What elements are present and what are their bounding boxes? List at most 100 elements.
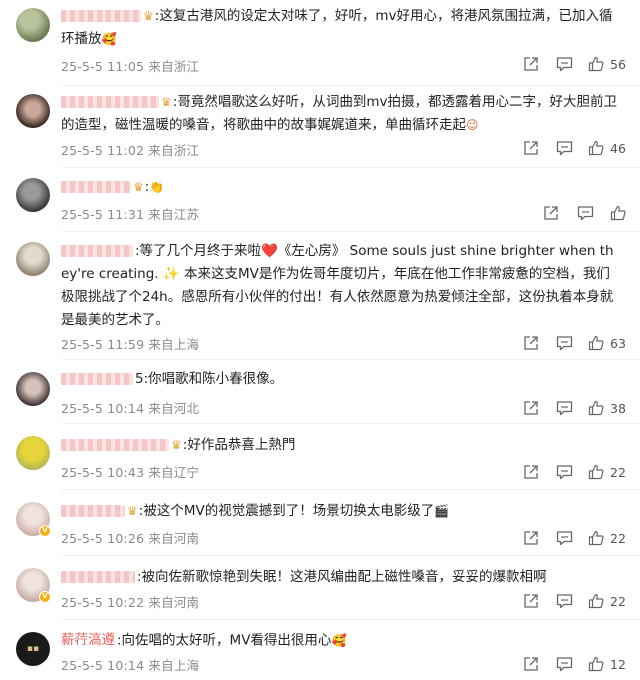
like-count: 12	[610, 656, 626, 672]
like-count: 22	[610, 530, 626, 546]
username[interactable]	[61, 10, 141, 22]
avatar[interactable]	[16, 8, 50, 42]
comment-button[interactable]	[556, 333, 573, 353]
comment-text: :被向佐新歌惊艳到失眠！这港风编曲配上磁性嗓音，妥妥的爆款相啊	[137, 569, 547, 585]
like-icon	[588, 593, 604, 609]
like-button[interactable]	[610, 203, 632, 223]
comment-item: :等了几个月终于来啦❤️《左心房》 Some souls just shine …	[0, 232, 640, 360]
like-count: 38	[610, 400, 626, 416]
username[interactable]	[61, 571, 135, 583]
like-icon	[610, 205, 626, 221]
comment-item: V ♛:被这个MV的视觉震撼到了！场景切换太电影级了🎬 25-5-5 10:26…	[0, 490, 640, 556]
avatar[interactable]: ▪▪	[16, 632, 50, 666]
share-button[interactable]	[523, 54, 539, 74]
share-button[interactable]	[523, 398, 539, 418]
like-icon	[588, 464, 604, 480]
share-button[interactable]	[523, 462, 539, 482]
comment-date: 25-5-5 10:14	[61, 401, 145, 416]
share-button[interactable]	[523, 654, 539, 674]
like-icon	[588, 530, 604, 546]
like-button[interactable]: 38	[588, 398, 626, 418]
username[interactable]	[61, 96, 159, 108]
comment-date: 25-5-5 11:59	[61, 337, 145, 352]
like-count: 22	[610, 464, 626, 480]
like-count: 56	[610, 56, 626, 72]
like-button[interactable]: 22	[588, 528, 626, 548]
username[interactable]	[61, 373, 133, 385]
comment-date: 25-5-5 10:14	[61, 658, 145, 673]
comment-button[interactable]	[577, 203, 594, 223]
share-button[interactable]	[543, 203, 559, 223]
share-button[interactable]	[523, 591, 539, 611]
avatar[interactable]	[16, 372, 50, 406]
comment-item: ♛:好作品恭喜上熱門 25-5-5 10:43 来自辽宁 22	[0, 424, 640, 490]
comment-icon	[556, 465, 573, 480]
comment-text: :好作品恭喜上熱門	[182, 437, 296, 453]
comment-text: 5:你唱歌和陈小春很像。	[135, 371, 284, 387]
comment-location: 来自河南	[148, 595, 200, 610]
username[interactable]	[61, 181, 131, 193]
like-icon	[588, 400, 604, 416]
share-icon	[524, 57, 538, 71]
like-button[interactable]: 12	[588, 654, 626, 674]
comment-date: 25-5-5 10:26	[61, 531, 145, 546]
like-button[interactable]: 22	[588, 591, 626, 611]
like-button[interactable]: 56	[588, 54, 626, 74]
comment-button[interactable]	[556, 528, 573, 548]
avatar[interactable]	[16, 178, 50, 212]
comment-button[interactable]	[556, 462, 573, 482]
share-icon	[524, 657, 538, 671]
comment-button[interactable]	[556, 654, 573, 674]
emoji-icon: 😉	[466, 118, 479, 132]
emoji-icon: 🥰	[101, 32, 117, 46]
comment-text: :等了几个月终于来啦❤️《左心房》 Some souls just shine …	[61, 243, 614, 328]
crown-icon: ♛	[127, 504, 138, 518]
crown-icon: ♛	[161, 95, 172, 109]
share-icon	[524, 141, 538, 155]
comment-location: 来自浙江	[148, 143, 200, 158]
share-icon	[524, 594, 538, 608]
comment-location: 来自河北	[148, 401, 200, 416]
username[interactable]	[61, 439, 169, 451]
comment-date: 25-5-5 11:02	[61, 143, 145, 158]
username[interactable]: 薪荇滈遵	[61, 629, 115, 652]
vip-badge-icon: V	[39, 591, 51, 603]
like-count: 46	[610, 140, 626, 156]
comment-item: V :被向佐新歌惊艳到失眠！这港风编曲配上磁性嗓音，妥妥的爆款相啊 25-5-5…	[0, 556, 640, 620]
share-icon	[544, 206, 558, 220]
comment-date: 25-5-5 10:43	[61, 465, 145, 480]
share-icon	[524, 401, 538, 415]
share-button[interactable]	[523, 333, 539, 353]
username[interactable]	[61, 245, 133, 257]
like-button[interactable]: 22	[588, 462, 626, 482]
like-icon	[588, 656, 604, 672]
like-count: 22	[610, 593, 626, 609]
like-button[interactable]: 46	[588, 138, 626, 158]
share-icon	[524, 336, 538, 350]
share-button[interactable]	[523, 138, 539, 158]
avatar[interactable]	[16, 436, 50, 470]
comment-icon	[556, 594, 573, 609]
comment-date: 25-5-5 11:05	[61, 59, 145, 74]
comment-icon	[556, 141, 573, 156]
vip-badge-icon: V	[39, 525, 51, 537]
comment-text: :被这个MV的视觉震撼到了！场景切换太电影级了	[138, 503, 435, 519]
comment-icon	[556, 531, 573, 546]
comment-button[interactable]	[556, 398, 573, 418]
comment-icon	[556, 336, 573, 351]
like-button[interactable]: 63	[588, 333, 626, 353]
username[interactable]	[61, 505, 125, 517]
share-button[interactable]	[523, 528, 539, 548]
avatar[interactable]	[16, 242, 50, 276]
comment-button[interactable]	[556, 54, 573, 74]
comment-location: 来自河南	[148, 531, 200, 546]
like-icon	[588, 140, 604, 156]
comment-item: 5:你唱歌和陈小春很像。 25-5-5 10:14 来自河北 38	[0, 360, 640, 424]
share-icon	[524, 531, 538, 545]
comment-date: 25-5-5 10:22	[61, 595, 145, 610]
comment-icon	[556, 57, 573, 72]
avatar[interactable]	[16, 94, 50, 128]
comment-button[interactable]	[556, 138, 573, 158]
share-icon	[524, 465, 538, 479]
comment-button[interactable]	[556, 591, 573, 611]
